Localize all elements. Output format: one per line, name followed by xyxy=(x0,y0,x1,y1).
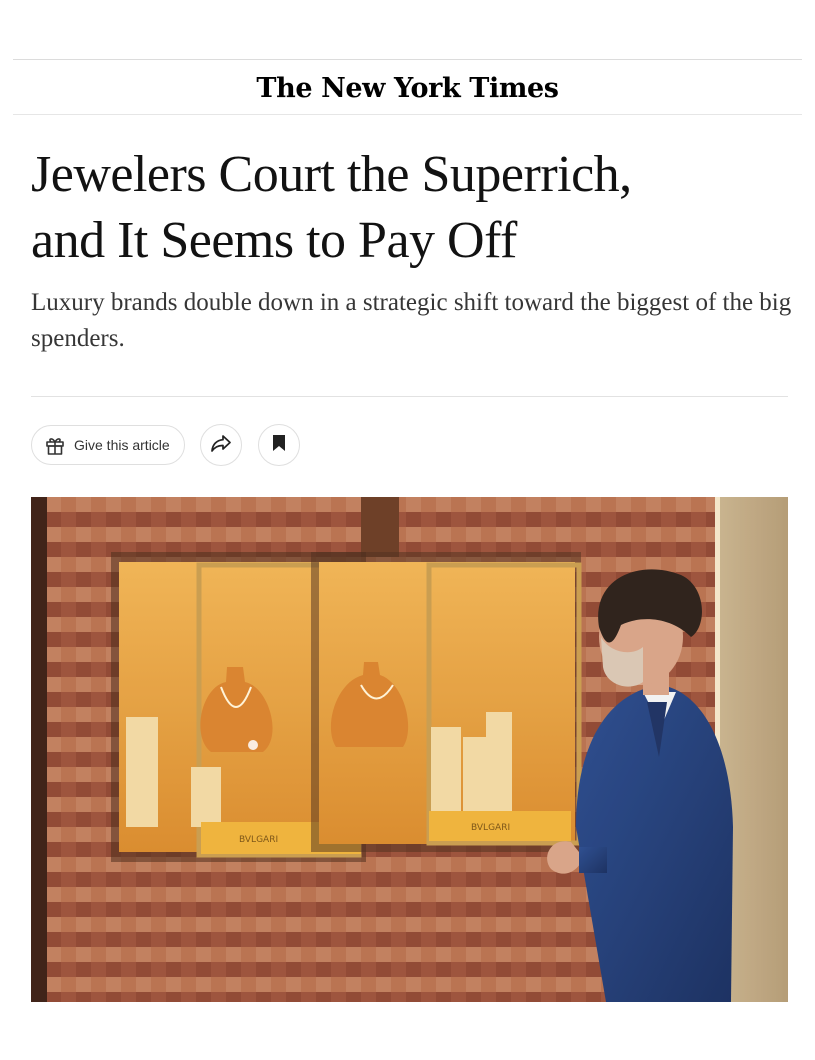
bookmark-icon xyxy=(272,434,286,457)
headline-line-2: and It Seems to Pay Off xyxy=(31,212,517,269)
masthead-rule xyxy=(13,114,802,115)
glass-reflection xyxy=(31,497,788,1002)
share-arrow-icon xyxy=(210,433,232,458)
give-article-button[interactable]: Give this article xyxy=(31,425,185,465)
hero-image: BVLGARI BVLGARI xyxy=(31,497,788,1002)
save-bookmark-button[interactable] xyxy=(257,424,300,466)
hero-illustration: BVLGARI BVLGARI xyxy=(31,497,788,1002)
nyt-logo[interactable]: The New York Times xyxy=(256,73,559,104)
share-button[interactable] xyxy=(199,424,242,466)
give-article-label: Give this article xyxy=(74,437,170,453)
article-summary: Luxury brands double down in a strategic… xyxy=(31,289,792,352)
top-rule xyxy=(13,59,802,60)
gift-icon xyxy=(44,434,66,456)
section-divider xyxy=(31,396,788,397)
share-toolbar: Give this article xyxy=(31,424,300,466)
headline-line-1: Jewelers Court the Superrich, xyxy=(31,146,632,203)
masthead: The New York Times xyxy=(0,66,815,110)
article-headline: Jewelers Court the Superrich, and It Seem… xyxy=(31,142,791,274)
